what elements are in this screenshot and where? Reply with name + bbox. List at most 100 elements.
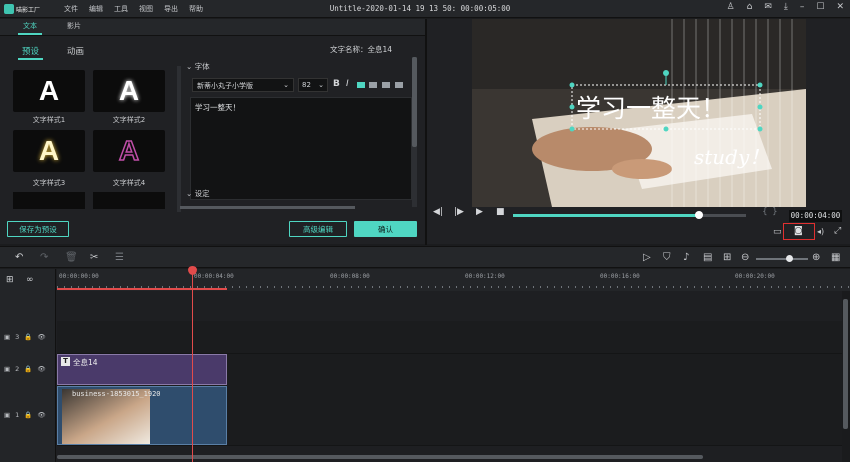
tab-text[interactable]: 文本 bbox=[18, 21, 42, 35]
align-right-icon[interactable] bbox=[382, 82, 390, 88]
confirm-button[interactable]: 确认 bbox=[354, 221, 417, 237]
display-icon[interactable]: ▭ bbox=[773, 227, 782, 237]
overlay-subtitle-text[interactable]: study！ bbox=[694, 141, 769, 170]
style-label-2: 文字样式2 bbox=[112, 116, 146, 124]
delete-icon[interactable]: 🗑 bbox=[65, 252, 78, 263]
text-content-input[interactable]: 学习一整天！ bbox=[190, 97, 412, 200]
ruler-label: 00:00:08:00 bbox=[330, 273, 370, 280]
eye-icon[interactable]: 👁 bbox=[37, 333, 45, 341]
menu-view[interactable]: 视图 bbox=[139, 4, 153, 14]
split-screen-icon[interactable]: ⊞ bbox=[723, 252, 731, 263]
overlay-title-text[interactable]: 学习一整天！ bbox=[576, 89, 726, 125]
text-clip-icon: T bbox=[61, 357, 70, 366]
zoom-slider-track[interactable] bbox=[756, 258, 808, 260]
font-family-select[interactable]: 新蒂小丸子小学版 ⌄ bbox=[192, 78, 294, 92]
timeline-h-scroll-thumb[interactable] bbox=[57, 455, 703, 459]
menu-file[interactable]: 文件 bbox=[64, 4, 78, 14]
next-frame-icon[interactable]: |▶ bbox=[454, 207, 464, 217]
voiceover-icon[interactable]: ▤ bbox=[703, 252, 712, 263]
window-title: Untitle-2020-01-14 19 13 50: 00:00:05:00 bbox=[329, 4, 511, 13]
editor-scrollbar-thumb[interactable] bbox=[412, 57, 417, 147]
eye-icon[interactable]: 👁 bbox=[37, 365, 45, 373]
text-clip[interactable]: T 全息14 bbox=[57, 354, 227, 385]
previous-frame-icon[interactable]: ◀| bbox=[433, 207, 443, 217]
style-label-4: 文字样式4 bbox=[112, 179, 146, 187]
style-thumb-1[interactable]: A bbox=[13, 70, 85, 112]
style-thumb-5[interactable] bbox=[13, 192, 85, 209]
style-thumb-2[interactable]: A bbox=[93, 70, 165, 112]
italic-button[interactable]: I bbox=[346, 79, 349, 89]
volume-icon[interactable]: ◂) bbox=[817, 227, 824, 236]
work-area-bar[interactable] bbox=[57, 288, 227, 290]
panel-tabs: 文本 影片 bbox=[0, 19, 425, 36]
minimize-icon[interactable]: – bbox=[800, 2, 805, 12]
advanced-edit-button[interactable]: 高级编辑 bbox=[289, 221, 347, 237]
camera-snapshot-icon[interactable]: ◙ bbox=[794, 226, 803, 236]
redo-icon[interactable]: ↷ bbox=[40, 252, 48, 263]
align-center-icon[interactable] bbox=[369, 82, 377, 88]
menu-export[interactable]: 导出 bbox=[164, 4, 178, 14]
preview-video[interactable]: 学习一整天！ study！ bbox=[472, 19, 806, 207]
menu-edit[interactable]: 编辑 bbox=[89, 4, 103, 14]
stop-icon[interactable]: ■ bbox=[496, 207, 505, 217]
tab-presets[interactable]: 预设 bbox=[18, 45, 44, 60]
eye-icon[interactable]: 👁 bbox=[37, 411, 45, 419]
main-menu: 文件 编辑 工具 视图 导出 帮助 bbox=[64, 4, 203, 14]
mark-out-icon[interactable]: } bbox=[772, 207, 778, 217]
account-icon[interactable]: ♙ bbox=[727, 2, 735, 12]
app-logo: 喵影工厂 bbox=[4, 2, 44, 16]
horizontal-scrollbar[interactable] bbox=[180, 206, 355, 209]
bold-button[interactable]: B bbox=[333, 79, 340, 89]
add-track-icon[interactable]: ⊞ bbox=[6, 275, 14, 285]
menu-help[interactable]: 帮助 bbox=[189, 4, 203, 14]
playback-progress-fill bbox=[513, 214, 700, 217]
track-type-icon: ▣ bbox=[4, 333, 11, 341]
time-ruler[interactable]: 00:00:00:00 00:00:04:00 00:00:08:00 00:0… bbox=[57, 269, 850, 291]
link-icon[interactable]: ∞ bbox=[26, 275, 34, 285]
timeline-v-scroll-thumb[interactable] bbox=[843, 299, 848, 429]
save-preset-button[interactable]: 保存为预设 bbox=[7, 221, 69, 237]
tab-film[interactable]: 影片 bbox=[67, 21, 81, 31]
video-clip[interactable]: business-1853015_1920 bbox=[57, 386, 227, 445]
play-icon[interactable]: ▶ bbox=[476, 207, 483, 217]
settings-section-header[interactable]: ⌄ 设定 bbox=[186, 188, 210, 199]
track-type-icon: ▣ bbox=[4, 365, 11, 373]
render-icon[interactable]: ▷ bbox=[643, 252, 651, 263]
menu-tools[interactable]: 工具 bbox=[114, 4, 128, 14]
ruler-label: 00:00:12:00 bbox=[465, 273, 505, 280]
close-icon[interactable]: ✕ bbox=[836, 2, 844, 12]
style-label-3: 文字样式3 bbox=[32, 179, 66, 187]
zoom-slider-handle[interactable] bbox=[786, 255, 793, 262]
undo-icon[interactable]: ↶ bbox=[15, 252, 23, 263]
text-clip-label: 全息14 bbox=[73, 358, 98, 367]
maximize-icon[interactable]: ☐ bbox=[816, 2, 824, 12]
ruler-label: 00:00:16:00 bbox=[600, 273, 640, 280]
download-icon[interactable]: ⤓ bbox=[784, 2, 788, 12]
grid-icon[interactable]: ▦ bbox=[831, 252, 840, 263]
style-thumb-3[interactable]: A bbox=[13, 130, 85, 172]
fullscreen-icon[interactable]: ⤢ bbox=[834, 226, 841, 236]
zoom-in-icon[interactable]: ⊕ bbox=[812, 252, 820, 263]
bookmark-icon[interactable]: ⌂ bbox=[747, 2, 753, 12]
presets-scrollbar[interactable] bbox=[177, 66, 181, 212]
style-label-1: 文字样式1 bbox=[32, 116, 66, 124]
marker-icon[interactable]: ⛉ bbox=[663, 252, 671, 263]
lock-icon[interactable]: 🔒 bbox=[24, 333, 32, 341]
align-left-icon[interactable] bbox=[357, 82, 365, 88]
video-clip-label: business-1853015_1920 bbox=[72, 390, 161, 398]
cut-icon[interactable]: ✂ bbox=[90, 252, 98, 263]
font-section-header[interactable]: ⌄ 字体 bbox=[186, 61, 210, 72]
mark-in-icon[interactable]: { bbox=[762, 207, 768, 217]
font-size-select[interactable]: 82 ⌄ bbox=[298, 78, 328, 92]
adjust-icon[interactable]: ☰ bbox=[115, 252, 124, 263]
lock-icon[interactable]: 🔒 bbox=[24, 365, 32, 373]
microphone-icon[interactable]: ♪ bbox=[683, 252, 689, 263]
style-thumb-6[interactable] bbox=[93, 192, 165, 209]
style-thumb-4[interactable]: A bbox=[93, 130, 165, 172]
zoom-out-icon[interactable]: ⊖ bbox=[741, 252, 749, 263]
align-justify-icon[interactable] bbox=[395, 82, 403, 88]
playhead-line bbox=[192, 267, 193, 462]
lock-icon[interactable]: 🔒 bbox=[24, 411, 32, 419]
tab-animation[interactable]: 动画 bbox=[67, 45, 84, 57]
message-icon[interactable]: ✉ bbox=[764, 2, 772, 12]
